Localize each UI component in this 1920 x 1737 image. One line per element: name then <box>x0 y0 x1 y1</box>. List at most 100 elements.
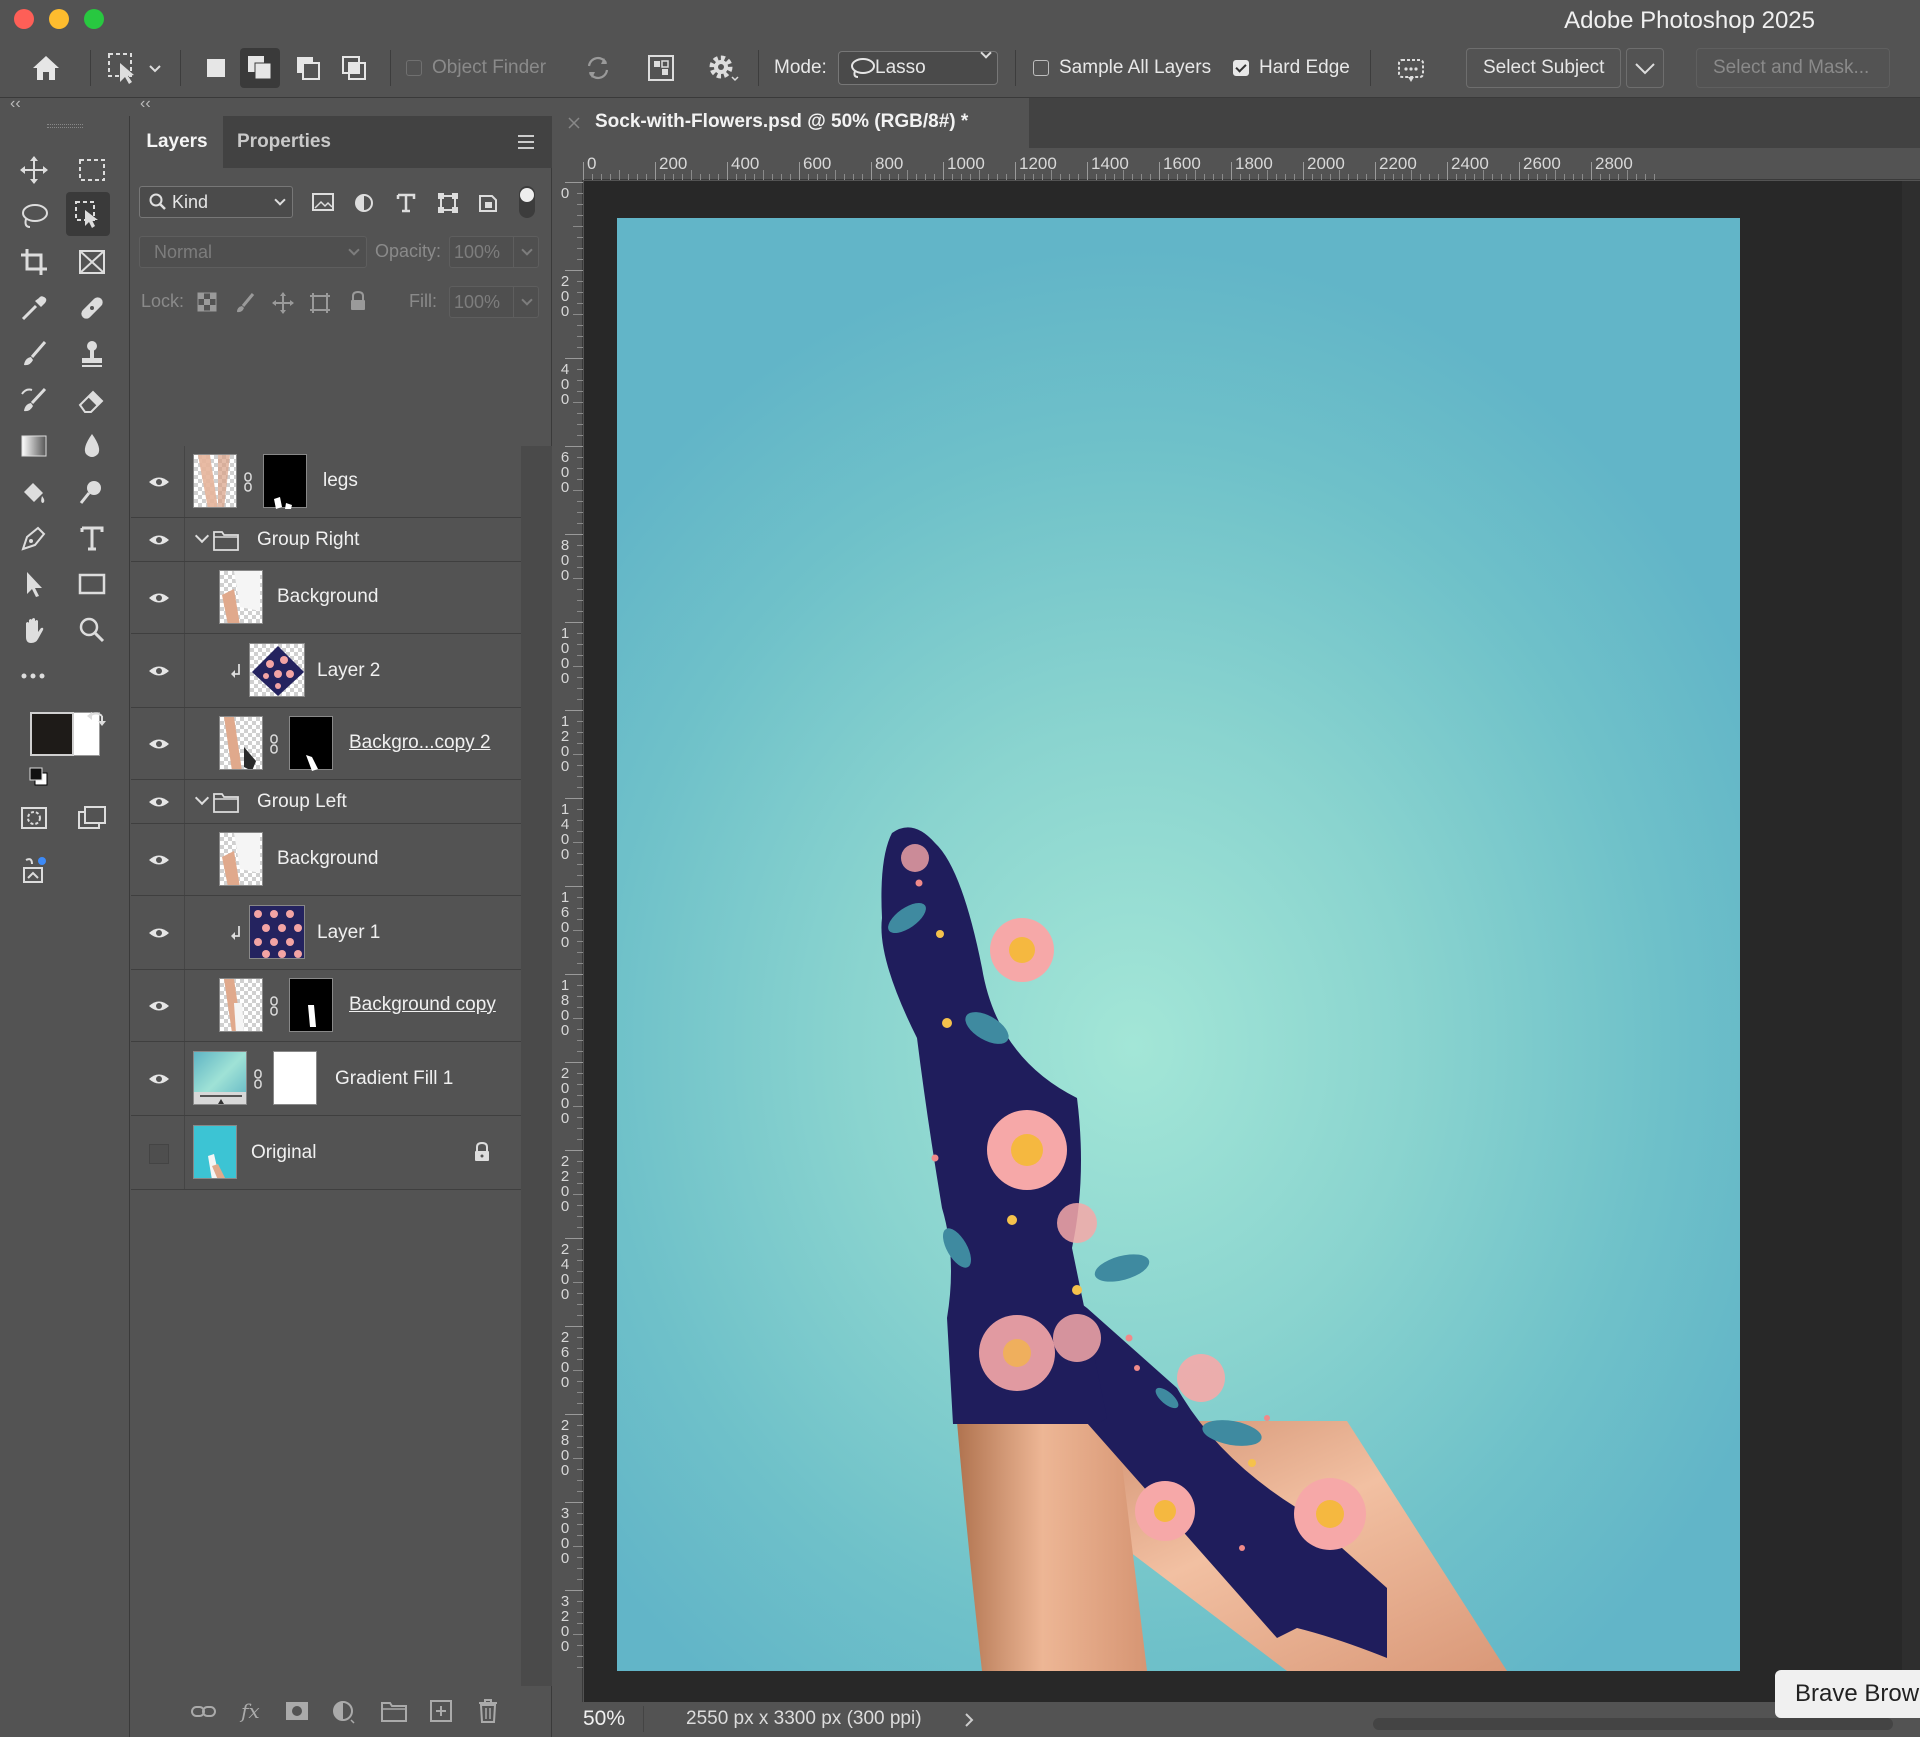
edit-toolbar-button[interactable] <box>12 654 56 698</box>
brush-tool[interactable] <box>12 332 56 376</box>
gradient-tool[interactable] <box>12 424 56 468</box>
smart-object-filter-icon[interactable] <box>477 192 499 214</box>
document-canvas[interactable] <box>617 218 1740 1671</box>
new-layer-icon[interactable] <box>429 1699 453 1723</box>
vertical-ruler[interactable]: 0 200 400 600 800 1000 1200 1400 1600 1800 2000 220… <box>553 180 583 1702</box>
hand-tool[interactable] <box>12 608 56 652</box>
intersect-selection-button[interactable] <box>336 38 372 98</box>
chevron-right-icon[interactable] <box>963 1711 975 1729</box>
visibility-eye-icon[interactable] <box>147 1067 171 1091</box>
dodge-tool[interactable] <box>12 470 56 514</box>
lasso-tool[interactable] <box>12 194 56 238</box>
layer-mask-thumbnail[interactable] <box>273 1051 317 1105</box>
group-expand-chevron-icon[interactable] <box>194 528 210 544</box>
screen-mode-button[interactable] <box>70 796 114 840</box>
shape-layer-filter-icon[interactable] <box>437 192 459 214</box>
layer-row-original[interactable]: Original <box>131 1116 521 1190</box>
filter-kind-dropdown[interactable]: Kind <box>139 186 293 218</box>
zoom-level[interactable]: 50% <box>583 1707 625 1731</box>
sample-all-layers-checkbox[interactable] <box>1033 60 1049 76</box>
dodge-burn-tool[interactable] <box>70 470 114 514</box>
layer-row-group-left[interactable]: Group Left <box>131 780 521 824</box>
type-tool[interactable] <box>70 516 114 560</box>
close-document-icon[interactable] <box>567 116 581 130</box>
select-subject-button[interactable]: Select Subject <box>1466 38 1622 98</box>
new-group-icon[interactable] <box>381 1700 407 1722</box>
layer-mask-thumbnail[interactable] <box>289 978 333 1032</box>
fill-field[interactable]: 100% <box>449 286 539 318</box>
vertical-scrollbar[interactable] <box>1902 181 1920 1702</box>
layer-mask-thumbnail[interactable] <box>289 716 333 771</box>
visibility-toggle-off[interactable] <box>149 1144 169 1164</box>
quick-mask-button[interactable] <box>12 796 56 840</box>
filter-toggle[interactable] <box>519 186 535 218</box>
frame-tool[interactable] <box>70 240 114 284</box>
document-tab[interactable]: Sock-with-Flowers.psd @ 50% (RGB/8#) * <box>553 98 1029 148</box>
add-to-selection-button[interactable] <box>240 38 280 98</box>
layer-row-background-copy-2[interactable]: Backgro...copy 2 <box>131 708 521 780</box>
path-selection-tool[interactable] <box>12 562 56 606</box>
history-brush-tool[interactable] <box>12 378 56 422</box>
close-window-button[interactable] <box>14 9 34 29</box>
pixel-layer-filter-icon[interactable] <box>311 192 335 212</box>
blend-mode-dropdown[interactable]: Normal <box>139 236 367 268</box>
foreground-color-swatch[interactable] <box>30 712 74 756</box>
blur-tool[interactable] <box>70 424 114 468</box>
sample-all-layers-toggle[interactable]: Sample All Layers <box>1033 38 1211 98</box>
settings-button[interactable] <box>704 38 740 98</box>
layer-row-background-left[interactable]: Background <box>131 824 521 896</box>
link-layers-icon[interactable] <box>191 1702 217 1722</box>
object-selection-tool[interactable] <box>66 192 110 236</box>
mask-link-icon[interactable] <box>269 996 279 1016</box>
subtract-selection-button[interactable] <box>290 38 326 98</box>
default-colors-icon[interactable] <box>28 766 50 788</box>
horizontal-ruler[interactable]: 0 200 400 600 800 1000 1200 1400 1600 1800 2000 220… <box>583 148 1920 180</box>
pen-tool[interactable] <box>12 516 56 560</box>
layer-row-legs[interactable]: legs <box>131 446 521 518</box>
refresh-button[interactable] <box>582 38 614 98</box>
minimize-window-button[interactable] <box>49 9 69 29</box>
visibility-eye-icon[interactable] <box>147 790 171 814</box>
visibility-eye-icon[interactable] <box>147 994 171 1018</box>
tab-layers[interactable]: Layers <box>131 116 223 168</box>
layer-row-background-copy[interactable]: Background copy <box>131 970 521 1042</box>
lock-artboard-icon[interactable] <box>309 292 331 314</box>
lock-position-icon[interactable] <box>271 291 295 315</box>
opacity-field[interactable]: 100% <box>449 236 539 268</box>
select-and-mask-button[interactable]: Select and Mask... <box>1696 38 1890 98</box>
tool-preset-picker[interactable] <box>106 38 162 98</box>
visibility-eye-icon[interactable] <box>147 848 171 872</box>
new-adjustment-layer-icon[interactable] <box>331 1699 357 1725</box>
move-tool[interactable] <box>12 148 56 192</box>
add-mask-icon[interactable] <box>285 1700 309 1722</box>
marquee-tool[interactable] <box>70 148 114 192</box>
layer-row-layer-2[interactable]: Layer 2 <box>131 634 521 708</box>
layer-mask-thumbnail[interactable] <box>263 454 307 509</box>
object-finder-checkbox[interactable] <box>406 60 422 76</box>
layer-row-background-right[interactable]: Background <box>131 562 521 634</box>
clone-stamp-tool[interactable] <box>70 332 114 376</box>
collapse-tools-icon[interactable]: ‹‹ <box>10 95 21 113</box>
eyedropper-tool[interactable] <box>12 286 56 330</box>
select-subject-dropdown[interactable] <box>1626 38 1664 98</box>
visibility-eye-icon[interactable] <box>147 659 171 683</box>
rectangle-tool[interactable] <box>70 562 114 606</box>
mask-link-icon[interactable] <box>253 1069 263 1089</box>
layer-row-layer-1[interactable]: Layer 1 <box>131 896 521 970</box>
new-selection-button[interactable] <box>198 38 234 98</box>
visibility-eye-icon[interactable] <box>147 921 171 945</box>
generative-tool[interactable] <box>12 848 56 892</box>
swap-colors-icon[interactable] <box>86 708 108 730</box>
ruler-origin[interactable] <box>553 148 583 180</box>
hard-edge-toggle[interactable]: Hard Edge <box>1233 38 1350 98</box>
feedback-button[interactable] <box>1394 38 1428 98</box>
lock-all-icon[interactable] <box>349 290 367 312</box>
panel-menu-icon[interactable] <box>516 134 536 150</box>
adjustment-layer-filter-icon[interactable] <box>353 192 375 214</box>
hard-edge-checkbox[interactable] <box>1233 60 1249 76</box>
fx-icon[interactable]: fx <box>239 1698 265 1724</box>
visibility-eye-icon[interactable] <box>147 528 171 552</box>
eraser-tool[interactable] <box>70 378 114 422</box>
visibility-eye-icon[interactable] <box>147 586 171 610</box>
layer-row-gradient-fill-1[interactable]: Gradient Fill 1 <box>131 1042 521 1116</box>
